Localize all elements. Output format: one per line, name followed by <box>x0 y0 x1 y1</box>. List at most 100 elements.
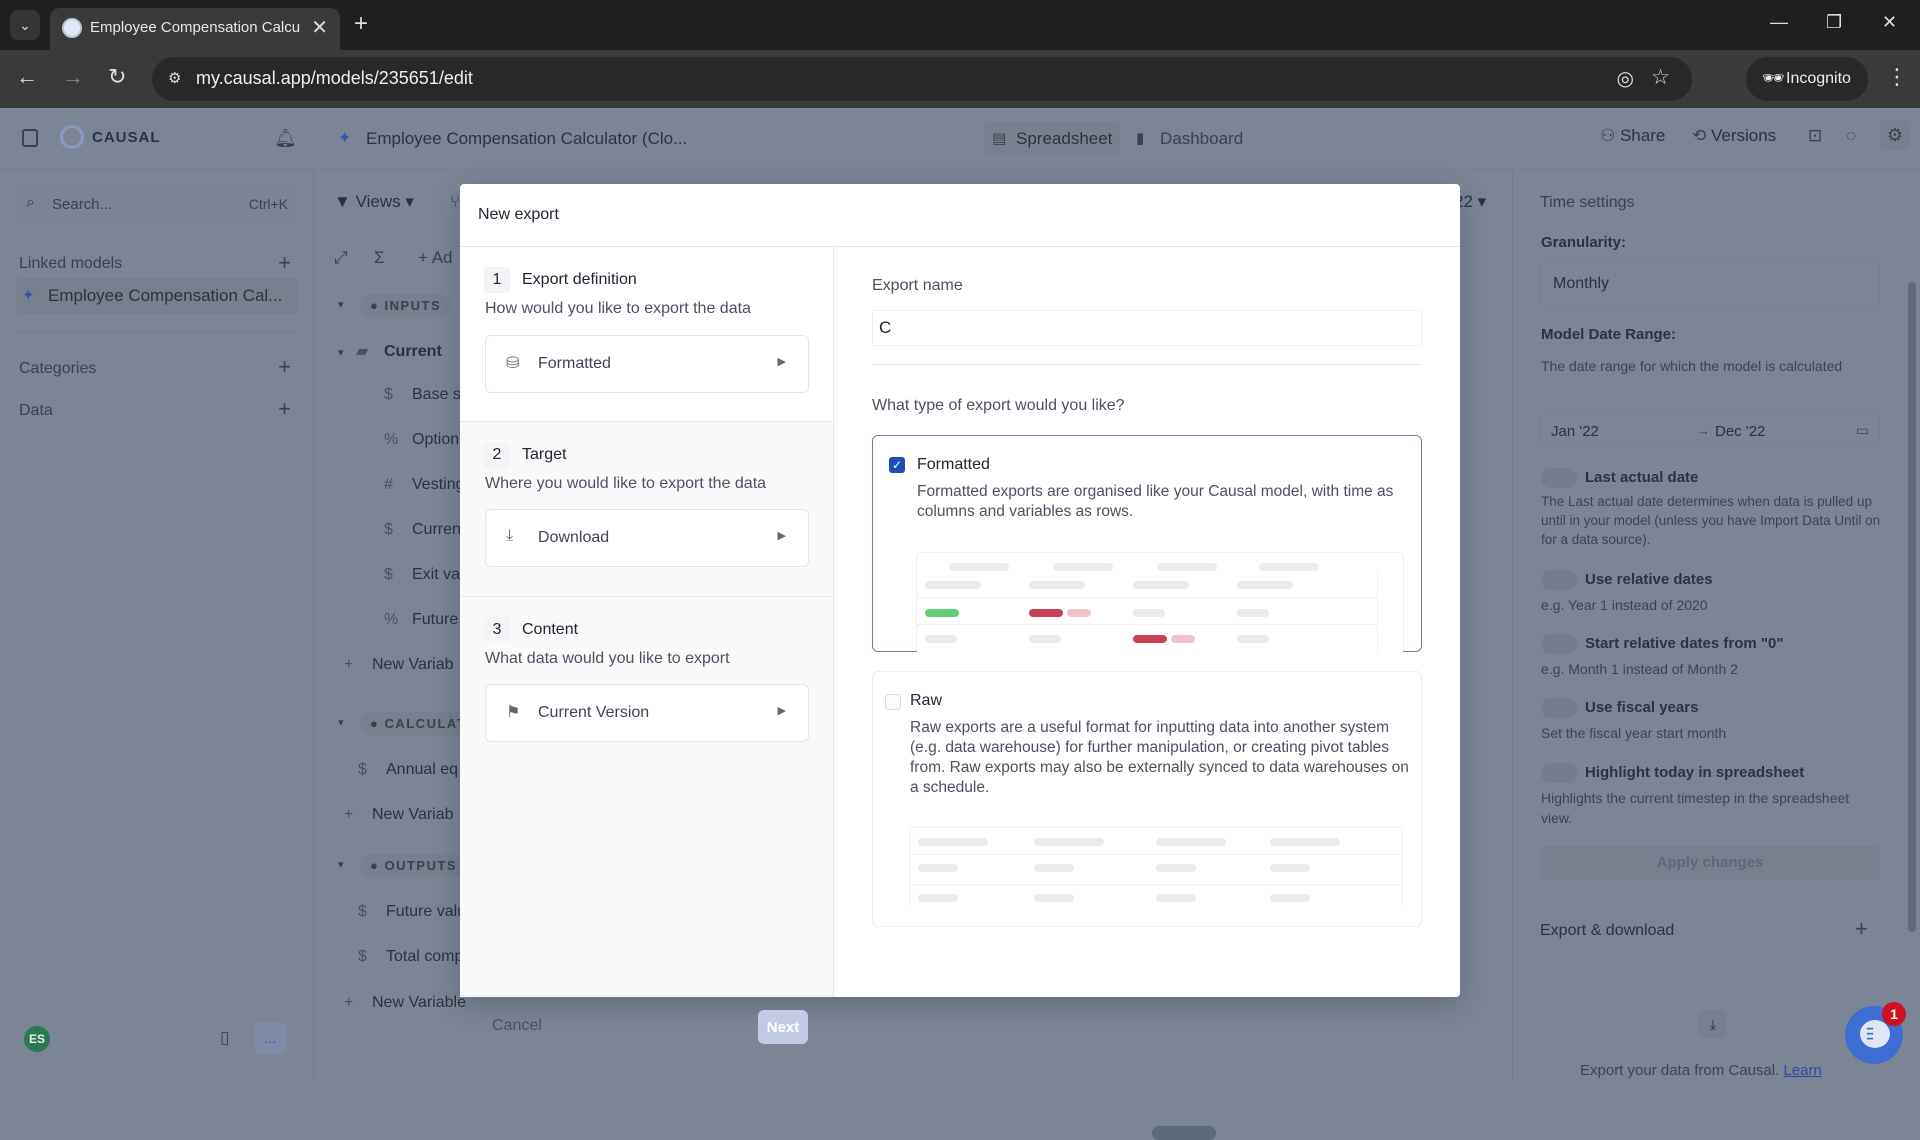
linked-model-item[interactable]: ✦ Employee Compensation Cal... <box>16 278 298 314</box>
views-dropdown[interactable]: ▼ Views ▾ <box>334 192 414 212</box>
tracking-off-eye-icon[interactable]: ◎ <box>1617 66 1634 91</box>
causal-logo-icon <box>60 125 84 149</box>
option-raw[interactable]: Raw Raw exports are a useful format for … <box>872 671 1422 927</box>
versions-button[interactable]: ⟲ Versions <box>1692 126 1776 146</box>
comments-icon[interactable]: ◌ <box>1846 126 1856 146</box>
tab-search-button[interactable]: ⌄ <box>10 10 40 40</box>
toggle-start-from-zero[interactable] <box>1541 634 1577 654</box>
step-title: Target <box>522 446 567 463</box>
toggle-relative-dates[interactable] <box>1541 570 1577 590</box>
close-tab-icon[interactable]: ✕ <box>311 15 328 40</box>
collapse-inputs-icon[interactable]: ▾ <box>338 298 344 311</box>
next-button[interactable]: Next <box>758 1010 808 1044</box>
new-tab-button[interactable]: + <box>354 10 368 38</box>
export-name-input[interactable] <box>872 310 1422 346</box>
tree-row[interactable]: $ Curren <box>384 521 461 539</box>
tree-row[interactable]: $ Annual eq <box>358 761 458 779</box>
toggle-last-actual-date[interactable] <box>1541 468 1577 488</box>
add-category-button[interactable]: + <box>278 354 291 380</box>
presentation-icon[interactable]: ⊡ <box>1808 126 1822 146</box>
new-variable-button[interactable]: + New Variab <box>344 656 454 674</box>
sum-icon[interactable]: Σ <box>374 248 385 268</box>
section-calculations[interactable]: ● CALCULAT <box>360 712 477 735</box>
search-input[interactable]: ⌕ Search... Ctrl+K <box>16 184 298 226</box>
collapse-current-icon[interactable]: ▾ <box>338 346 344 359</box>
branch-icon[interactable]: ⑂ <box>450 192 460 212</box>
apply-changes-button[interactable]: Apply changes <box>1540 846 1880 880</box>
select-value: Current Version <box>538 704 650 721</box>
versions-label: Versions <box>1710 126 1777 145</box>
tab-dashboard[interactable]: ▮ Dashboard <box>1134 122 1264 156</box>
avatar[interactable]: ES <box>24 1026 50 1052</box>
tab-spreadsheet[interactable]: ▤ Spreadsheet <box>984 122 1120 156</box>
raw-checkbox[interactable] <box>885 694 901 710</box>
formatted-checkbox[interactable]: ✓ <box>889 457 905 473</box>
back-icon[interactable]: ← <box>16 64 38 90</box>
site-info-icon[interactable]: ⚙ <box>168 69 181 87</box>
negative-value-bar <box>1133 635 1167 643</box>
tree-row[interactable]: % Option <box>384 431 459 449</box>
docs-book-icon[interactable]: ▯ <box>220 1028 229 1048</box>
add-button[interactable]: + Ad <box>418 248 453 268</box>
export-definition-select[interactable]: ⛁ Formatted ▶ <box>485 335 809 393</box>
address-bar-row: ← → ↻ ⚙ my.causal.app/models/235651/edit… <box>0 50 1920 108</box>
date-from: Jan '22 <box>1551 423 1599 440</box>
calculations-label: CALCULAT <box>384 716 467 731</box>
group-current[interactable]: ▰ Current <box>356 341 442 361</box>
settings-gear-icon[interactable]: ⚙ <box>1880 120 1910 150</box>
section-outputs[interactable]: ● OUTPUTS <box>360 854 468 877</box>
add-linked-model-button[interactable]: + <box>278 250 291 276</box>
granularity-select[interactable]: Monthly <box>1540 262 1880 306</box>
tree-row[interactable]: $ Future valu <box>358 903 466 921</box>
add-export-button[interactable]: + <box>1855 916 1868 942</box>
share-button[interactable]: ⚇ Share <box>1600 126 1665 146</box>
horizontal-scrollbar[interactable] <box>1152 1126 1216 1140</box>
select-value: Formatted <box>538 355 611 372</box>
row-label: Curren <box>412 521 461 538</box>
toggle-description: Set the fiscal year start month <box>1541 725 1727 741</box>
notifications-icon[interactable]: 🔔︎ <box>274 128 297 149</box>
tree-row[interactable]: # Vesting <box>384 476 464 494</box>
collapse-calculations-icon[interactable]: ▾ <box>338 716 344 729</box>
export-description: Export your data from Causal. Learn <box>1580 1062 1822 1079</box>
new-variable-button[interactable]: + New Variab <box>344 806 454 824</box>
add-data-button[interactable]: + <box>278 396 291 422</box>
caret-right-icon: ▶ <box>777 705 786 717</box>
url-field[interactable]: ⚙ my.causal.app/models/235651/edit ◎ ☆ <box>152 57 1692 101</box>
folder-icon: ▰ <box>356 343 369 360</box>
row-label: Option <box>412 431 460 448</box>
target-select[interactable]: ⤓ Download ▶ <box>485 509 809 567</box>
forward-icon[interactable]: → <box>62 64 84 90</box>
option-description: Formatted exports are organised like you… <box>917 483 1394 520</box>
restore-icon[interactable]: ❐ <box>1826 12 1842 33</box>
sidebar-toggle-icon[interactable] <box>22 129 38 147</box>
bookmark-star-icon[interactable]: ☆ <box>1651 65 1670 90</box>
search-shortcut: Ctrl+K <box>248 196 288 212</box>
browser-tab[interactable]: Employee Compensation Calcu ✕ <box>50 8 340 50</box>
dollar-icon: $ <box>384 386 393 403</box>
browser-menu-icon[interactable]: ⋮ <box>1886 64 1908 90</box>
tree-row[interactable]: $ Base s <box>384 386 461 404</box>
option-formatted[interactable]: ✓ Formatted Formatted exports are organi… <box>872 435 1422 653</box>
close-window-icon[interactable]: ✕ <box>1882 12 1897 33</box>
incognito-badge[interactable]: 🕶 Incognito <box>1746 57 1868 101</box>
toggle-fiscal-years[interactable] <box>1541 698 1577 718</box>
tree-row[interactable]: $ Exit va <box>384 566 460 584</box>
learn-link[interactable]: Learn <box>1783 1062 1821 1079</box>
panel-scrollbar[interactable] <box>1908 282 1916 932</box>
minimize-icon[interactable]: — <box>1770 12 1788 33</box>
date-range-picker[interactable]: Jan '22 → Dec '22 ▭ <box>1540 414 1880 448</box>
cancel-button[interactable]: Cancel <box>492 1017 542 1035</box>
collapse-outputs-icon[interactable]: ▾ <box>338 858 344 871</box>
reload-icon[interactable]: ↻ <box>108 64 126 90</box>
new-variable-button[interactable]: + New Variable <box>344 994 466 1012</box>
model-title[interactable]: Employee Compensation Calculator (Clo... <box>366 129 687 149</box>
percent-icon: % <box>384 431 399 448</box>
tree-row[interactable]: % Future <box>384 611 458 629</box>
chat-support-icon[interactable]: … <box>254 1022 286 1054</box>
section-inputs[interactable]: ● INPUTS <box>360 294 452 317</box>
toggle-highlight-today[interactable] <box>1541 763 1577 783</box>
tree-row[interactable]: $ Total comp <box>358 948 463 966</box>
expand-icon[interactable]: ⤢ <box>334 248 348 268</box>
content-select[interactable]: ⚑ Current Version ▶ <box>485 684 809 742</box>
